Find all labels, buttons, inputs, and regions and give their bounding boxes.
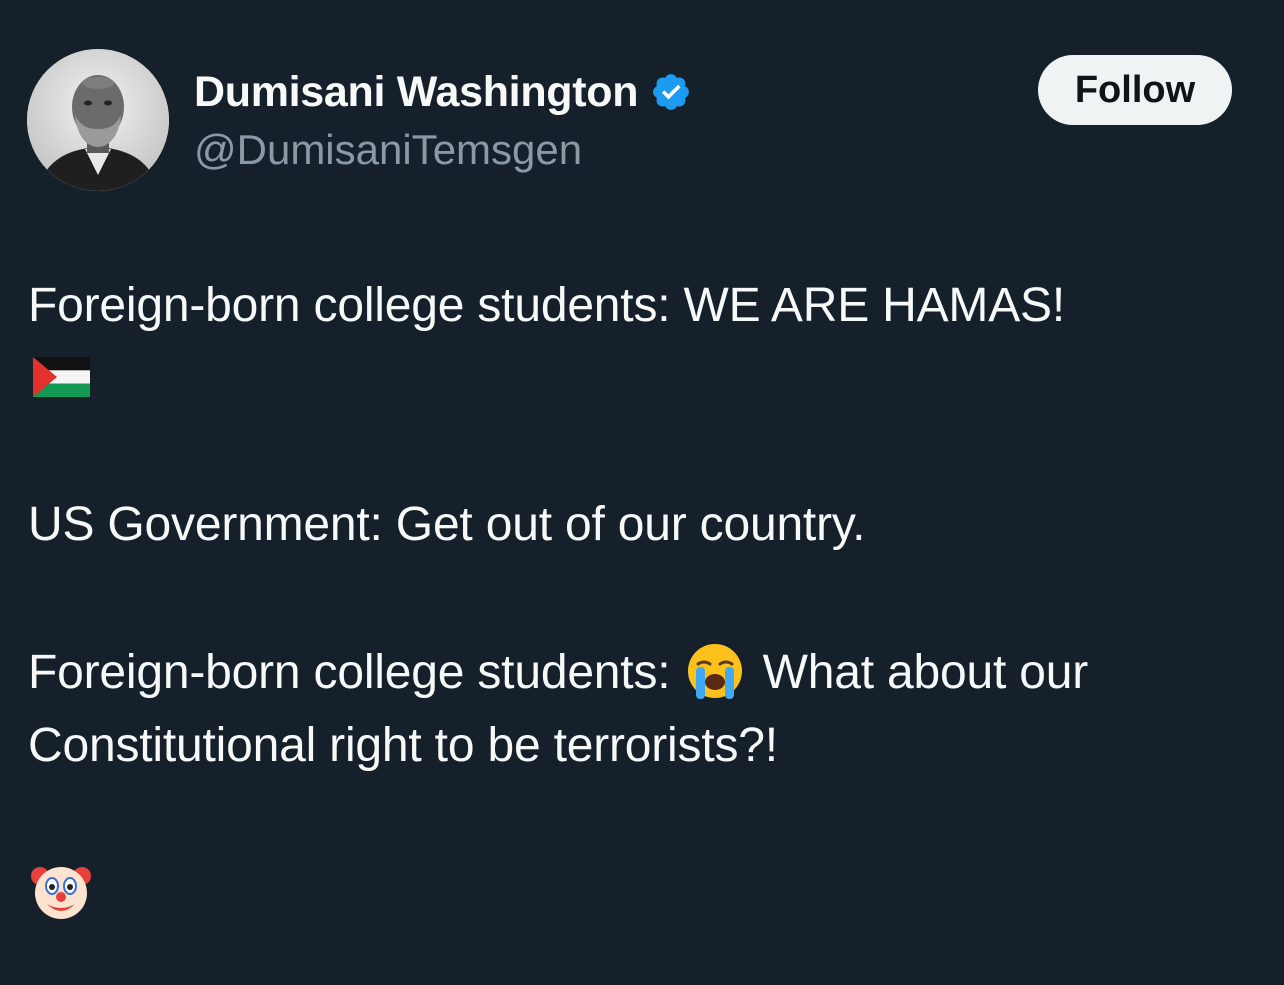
author-handle[interactable]: @DumisaniTemsgen [194,126,582,174]
author-name-row[interactable]: Dumisani Washington [194,64,692,120]
follow-button[interactable]: Follow [1038,55,1232,125]
avatar[interactable] [27,49,169,191]
post-line-3-suffix: What about our [762,646,1089,699]
post-line-1: Foreign-born college students: WE ARE HA… [28,279,1065,332]
palestine-flag-icon [33,357,90,397]
profile-photo-icon [27,49,169,191]
clown-face-icon [30,862,92,922]
post-line-4: Constitutional right to be terrorists?! [28,719,778,772]
post-line-3-prefix: Foreign-born college students: [28,646,671,699]
post-line-2: US Government: Get out of our country. [28,498,866,551]
verified-badge-icon [650,71,692,113]
post-line-3: Foreign-born college students: What abou… [28,642,1089,705]
tweet-card: Dumisani Washington @DumisaniTemsgen Fol… [0,0,1284,985]
loudly-crying-face-icon [684,642,746,702]
display-name[interactable]: Dumisani Washington [194,68,639,117]
